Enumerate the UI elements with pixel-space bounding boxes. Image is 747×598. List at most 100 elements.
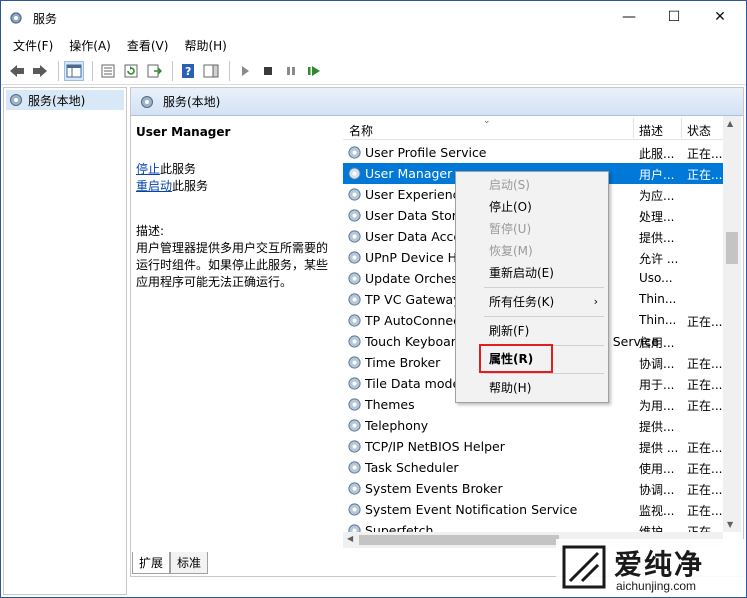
service-name-cell: Task Scheduler [365, 460, 459, 475]
context-menu-restart[interactable]: 重新启动(E) [456, 262, 608, 284]
context-menu-resume[interactable]: 恢复(M) [456, 240, 608, 262]
column-divider[interactable] [681, 118, 682, 138]
service-description-cell: 协调... [639, 483, 675, 497]
service-name-cell: Time Broker [365, 355, 441, 370]
submenu-chevron-icon: › [593, 295, 598, 308]
context-menu-separator [484, 373, 604, 374]
stop-service-link[interactable]: 停止 [136, 162, 160, 176]
menu-help[interactable]: 帮助(H) [176, 34, 234, 56]
scroll-down-icon[interactable]: ▼ [727, 520, 733, 529]
stop-service-button[interactable] [258, 61, 278, 81]
menu-view[interactable]: 查看(V) [119, 34, 177, 56]
list-header: ⌄ 名称 描述 状态 [343, 116, 723, 140]
svg-text:?: ? [185, 65, 191, 78]
services-gear-icon [141, 95, 153, 108]
tab-extended[interactable]: 扩展 [132, 552, 171, 574]
refresh-button[interactable] [121, 61, 141, 81]
menu-file[interactable]: 文件(F) [5, 34, 61, 56]
menu-action[interactable]: 操作(A) [61, 34, 119, 56]
watermark-url: aichunjing.com [616, 579, 697, 593]
vertical-scrollbar[interactable]: ▲ ▼ [723, 116, 741, 532]
description-text: 应用程序可能无法正确运行。 [136, 275, 293, 289]
title-bar: 服务 — ☐ ✕ [1, 1, 746, 34]
table-row[interactable]: Task Scheduler 使用... 正在... [343, 457, 723, 478]
context-menu-all-tasks[interactable]: 所有任务(K) › [456, 291, 608, 313]
service-status-cell: 正在... [687, 462, 723, 476]
context-menu-help[interactable]: 帮助(H) [456, 377, 608, 399]
pause-icon [287, 66, 295, 75]
scroll-left-icon[interactable]: ◀ [347, 534, 353, 543]
vertical-scroll-thumb[interactable] [726, 232, 738, 264]
maximize-icon: ☐ [667, 9, 681, 25]
column-header-name[interactable]: 名称 [349, 122, 373, 139]
list-view-icon [101, 64, 115, 77]
column-header-description[interactable]: 描述 [639, 122, 663, 139]
menu-bar: 文件(F) 操作(A) 查看(V) 帮助(H) [1, 34, 746, 56]
tab-standard[interactable]: 标准 [170, 552, 209, 574]
service-gear-icon [348, 188, 361, 201]
service-name-cell: User Manager [365, 166, 453, 181]
column-header-status[interactable]: 状态 [687, 122, 711, 139]
forward-button[interactable] [30, 61, 50, 81]
services-pane: 服务(本地) User Manager 停止此服务 重启动此服务 描述: 用户管… [130, 87, 744, 577]
service-gear-icon [348, 377, 361, 390]
properties-view-button[interactable] [98, 61, 118, 81]
service-gear-icon [348, 461, 361, 474]
service-description-cell: 提供... [639, 420, 675, 434]
service-description-cell: 用户... [639, 168, 675, 182]
service-gear-icon [348, 419, 361, 432]
toolbar: ? [1, 57, 746, 85]
service-description-cell: 监视... [639, 504, 675, 518]
description-text: 运行时组件。如果停止此服务，某些 [136, 258, 329, 272]
table-row[interactable]: System Events Broker 协调... 正在... [343, 478, 723, 499]
service-description-cell: 启用... [639, 336, 675, 350]
service-name-cell: Themes [365, 397, 415, 412]
back-button[interactable] [7, 61, 27, 81]
service-name-cell: Telephony [365, 418, 429, 433]
table-row[interactable]: System Event Notification Service 监视... 正在… [343, 499, 723, 520]
service-description-cell: 为用... [639, 399, 675, 413]
service-gear-icon [348, 503, 361, 516]
minimize-button[interactable]: — [606, 1, 652, 33]
restart-service-button[interactable] [304, 61, 324, 81]
toolbar-separator [172, 60, 173, 81]
service-gear-icon [348, 356, 361, 369]
services-window: 服务 — ☐ ✕ 文件(F) 操作(A) 查看(V) 帮助(H) ? 服务(本地… [0, 0, 747, 598]
service-description-cell: 为应... [639, 189, 675, 203]
toolbar-separator [92, 60, 93, 81]
scroll-up-icon[interactable]: ▲ [727, 119, 733, 128]
help-button[interactable]: ? [178, 61, 198, 81]
export-icon [147, 64, 162, 77]
service-gear-icon [348, 440, 361, 453]
show-tree-button[interactable] [64, 60, 84, 81]
description-label: 描述: [136, 224, 165, 238]
table-row[interactable]: TCP/IP NetBIOS Helper 提供 ... 正在... [343, 436, 723, 457]
table-row[interactable]: Telephony 提供... [343, 415, 723, 436]
service-description-cell: 使用... [639, 462, 675, 476]
start-service-button[interactable] [235, 61, 255, 81]
service-status-cell: 正在... [687, 147, 723, 161]
maximize-button[interactable]: ☐ [651, 1, 697, 33]
horizontal-scroll-thumb[interactable] [359, 535, 559, 545]
context-menu-pause[interactable]: 暂停(U) [456, 218, 608, 240]
service-gear-icon [348, 314, 361, 327]
table-row[interactable]: User Profile Service 此服... 正在... [343, 142, 723, 163]
pause-service-button[interactable] [281, 61, 301, 81]
help-icon: ? [182, 63, 194, 78]
export-list-button[interactable] [144, 61, 164, 81]
show-action-pane-button[interactable] [201, 61, 221, 81]
service-description-cell: Thin... [639, 313, 677, 327]
tree-node-services-local[interactable]: 服务(本地) [6, 90, 124, 110]
context-menu-refresh[interactable]: 刷新(F) [456, 320, 608, 342]
sort-chevron-icon: ⌄ [483, 116, 491, 126]
column-divider[interactable] [633, 118, 634, 138]
restart-service-link[interactable]: 重启动 [136, 179, 172, 193]
context-menu-start[interactable]: 启动(S) [456, 174, 608, 196]
close-button[interactable]: ✕ [697, 1, 743, 33]
forward-arrow-icon [33, 64, 47, 77]
service-description-cell: 用于... [639, 378, 675, 392]
console-tree-icon [66, 64, 82, 77]
service-description-cell: Thin... [639, 292, 677, 306]
context-menu-stop[interactable]: 停止(O) [456, 196, 608, 218]
service-description-cell: 提供... [639, 231, 675, 245]
